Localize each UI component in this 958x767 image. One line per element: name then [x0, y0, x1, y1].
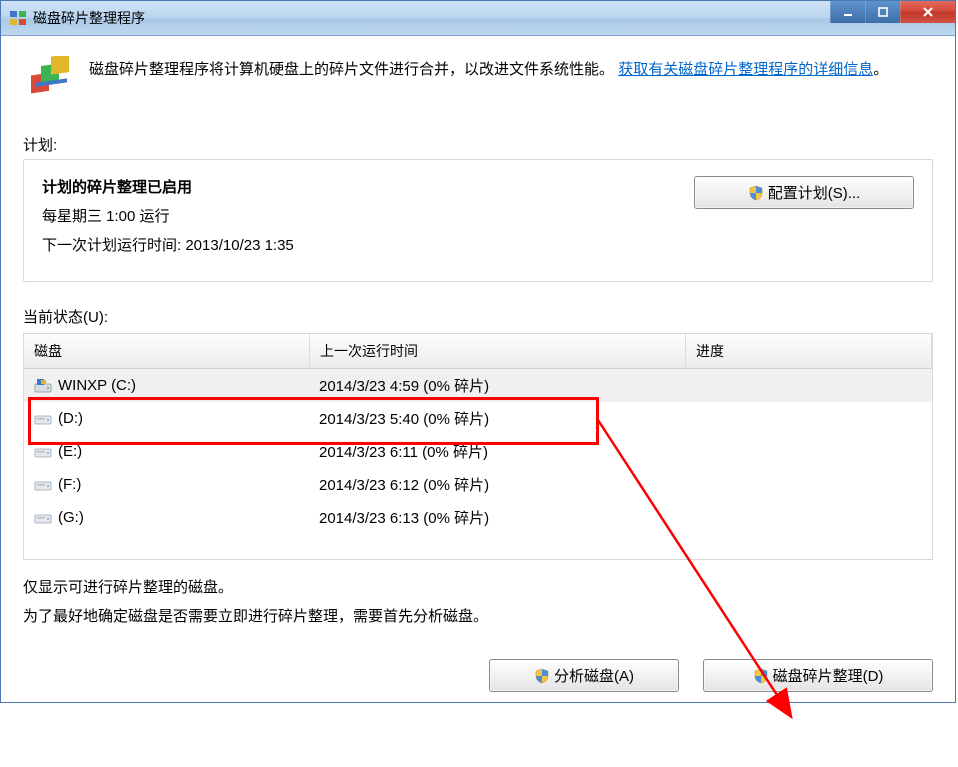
disk-progress: [684, 449, 932, 455]
table-row[interactable]: WINXP (C:) 2014/3/23 4:59 (0% 碎片): [24, 369, 932, 402]
drive-icon: [34, 411, 52, 427]
disk-progress: [684, 482, 932, 488]
defrag-program-icon: [27, 56, 75, 104]
notes: 仅显示可进行碎片整理的磁盘。 为了最好地确定磁盘是否需要立即进行碎片整理，需要首…: [23, 574, 933, 631]
disk-name: (G:): [58, 509, 84, 526]
intro-text-period: 。: [873, 61, 888, 78]
col-progress-header[interactable]: 进度: [686, 334, 881, 368]
window-controls: [830, 1, 955, 23]
disk-progress: [684, 416, 932, 422]
defrag-button[interactable]: 磁盘碎片整理(D): [703, 659, 933, 692]
col-end-spacer: [881, 334, 932, 368]
disk-name: (D:): [58, 410, 83, 427]
shield-icon: [753, 668, 769, 684]
drive-icon: [34, 477, 52, 493]
bottom-buttons: 分析磁盘(A) 磁盘碎片整理(D): [23, 659, 933, 692]
intro-section: 磁盘碎片整理程序将计算机硬盘上的碎片文件进行合并，以改进文件系统性能。 获取有关…: [23, 48, 933, 116]
analyze-button[interactable]: 分析磁盘(A): [489, 659, 679, 692]
drive-icon: [34, 510, 52, 526]
configure-schedule-label: 配置计划(S)...: [768, 182, 861, 203]
table-row[interactable]: (D:) 2014/3/23 5:40 (0% 碎片): [24, 402, 932, 435]
minimize-button[interactable]: [830, 1, 865, 23]
shield-icon: [534, 668, 550, 684]
intro-text-body: 磁盘碎片整理程序将计算机硬盘上的碎片文件进行合并，以改进文件系统性能。: [89, 61, 614, 78]
content-area: 磁盘碎片整理程序将计算机硬盘上的碎片文件进行合并，以改进文件系统性能。 获取有关…: [1, 36, 955, 702]
disk-last-run: 2014/3/23 6:13 (0% 碎片): [309, 504, 684, 531]
schedule-box: 计划的碎片整理已启用 每星期三 1:00 运行 下一次计划运行时间: 2013/…: [23, 159, 933, 282]
status-label: 当前状态(U):: [23, 306, 933, 327]
configure-schedule-button[interactable]: 配置计划(S)...: [694, 176, 914, 209]
disk-table-body: WINXP (C:) 2014/3/23 4:59 (0% 碎片) (D:) 2014…: [24, 369, 932, 559]
disk-progress: [684, 515, 932, 521]
disk-last-run: 2014/3/23 5:40 (0% 碎片): [309, 405, 684, 432]
schedule-enabled-text: 计划的碎片整理已启用: [42, 176, 294, 197]
disk-last-run: 2014/3/23 6:11 (0% 碎片): [309, 438, 684, 465]
disk-progress: [684, 383, 932, 389]
schedule-info: 计划的碎片整理已启用 每星期三 1:00 运行 下一次计划运行时间: 2013/…: [42, 176, 294, 263]
schedule-run-time: 每星期三 1:00 运行: [42, 205, 294, 226]
disk-table: 磁盘 上一次运行时间 进度 WINXP (C:) 2014/3/23 4:59 (…: [23, 333, 933, 560]
col-disk-header[interactable]: 磁盘: [24, 334, 310, 368]
drive-icon: [34, 444, 52, 460]
maximize-button[interactable]: [865, 1, 900, 23]
titlebar[interactable]: 磁盘碎片整理程序: [1, 1, 955, 36]
note-line2: 为了最好地确定磁盘是否需要立即进行碎片整理，需要首先分析磁盘。: [23, 603, 933, 632]
shield-icon: [748, 185, 764, 201]
disk-last-run: 2014/3/23 6:12 (0% 碎片): [309, 471, 684, 498]
disk-name: WINXP (C:): [58, 377, 136, 394]
disk-name: (E:): [58, 443, 82, 460]
learn-more-link[interactable]: 获取有关磁盘碎片整理程序的详细信息: [618, 61, 873, 78]
window-title: 磁盘碎片整理程序: [33, 8, 145, 28]
table-row[interactable]: (F:) 2014/3/23 6:12 (0% 碎片): [24, 468, 932, 501]
table-row[interactable]: (G:) 2014/3/23 6:13 (0% 碎片): [24, 501, 932, 534]
app-icon: [9, 9, 27, 27]
schedule-label: 计划:: [23, 134, 933, 155]
defrag-button-label: 磁盘碎片整理(D): [773, 665, 884, 686]
schedule-next-run: 下一次计划运行时间: 2013/10/23 1:35: [42, 234, 294, 255]
close-button[interactable]: [900, 1, 955, 23]
defrag-window: 磁盘碎片整理程序 磁盘碎片整理程序将计算机硬盘上的碎片文件进行合并，以改进文件系…: [0, 0, 956, 703]
note-line1: 仅显示可进行碎片整理的磁盘。: [23, 574, 933, 603]
disk-table-header: 磁盘 上一次运行时间 进度: [24, 334, 932, 369]
intro-text: 磁盘碎片整理程序将计算机硬盘上的碎片文件进行合并，以改进文件系统性能。 获取有关…: [89, 56, 888, 104]
col-lastrun-header[interactable]: 上一次运行时间: [310, 334, 686, 368]
disk-last-run: 2014/3/23 4:59 (0% 碎片): [309, 372, 684, 399]
drive-icon: [34, 378, 52, 394]
table-row[interactable]: (E:) 2014/3/23 6:11 (0% 碎片): [24, 435, 932, 468]
analyze-button-label: 分析磁盘(A): [554, 665, 634, 686]
disk-name: (F:): [58, 476, 81, 493]
